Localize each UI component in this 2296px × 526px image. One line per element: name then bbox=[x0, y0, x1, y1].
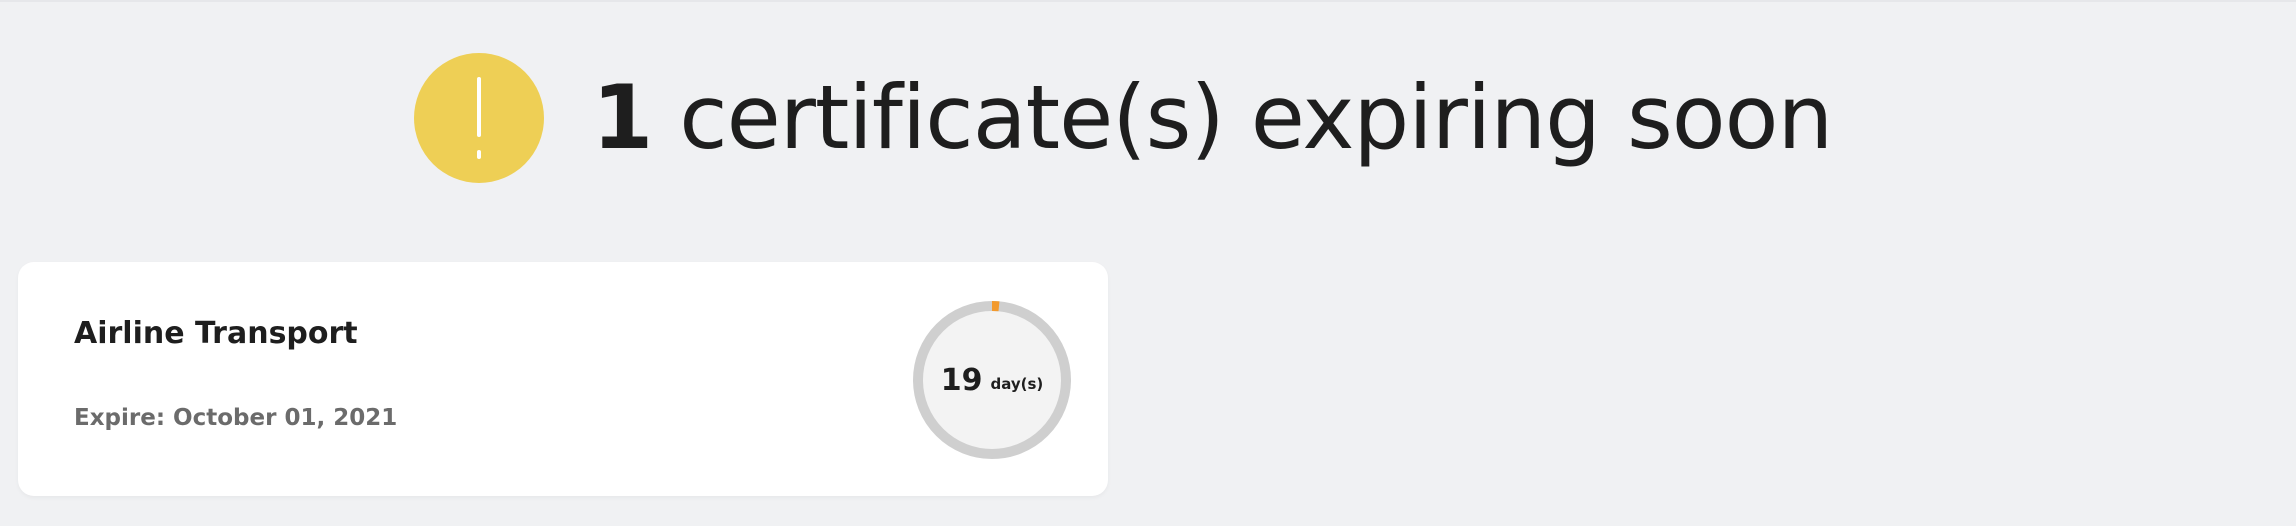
days-remaining: 19 day(s) bbox=[911, 299, 1073, 461]
expire-label: Expire: bbox=[74, 405, 166, 431]
warning-exclamation-icon bbox=[414, 53, 544, 183]
certificate-card[interactable]: Airline Transport Expire: October 01, 202… bbox=[18, 262, 1108, 496]
certificate-expiry: Expire: October 01, 2021 bbox=[74, 405, 397, 431]
days-unit: day(s) bbox=[990, 375, 1044, 393]
days-count: 19 bbox=[940, 362, 983, 398]
expiring-text: certificate(s) expiring soon bbox=[679, 66, 1833, 169]
exclamation-dot bbox=[477, 150, 481, 159]
days-remaining-ring: 19 day(s) bbox=[911, 299, 1073, 461]
exclamation-bar bbox=[477, 77, 481, 137]
certificate-title: Airline Transport bbox=[74, 316, 358, 351]
expire-date: October 01, 2021 bbox=[173, 405, 398, 431]
page-title: 1 certificate(s) expiring soon bbox=[592, 74, 1833, 162]
top-divider bbox=[0, 0, 2296, 2]
expiry-alert-header: 1 certificate(s) expiring soon bbox=[414, 53, 1833, 183]
expiring-count: 1 bbox=[592, 66, 653, 169]
